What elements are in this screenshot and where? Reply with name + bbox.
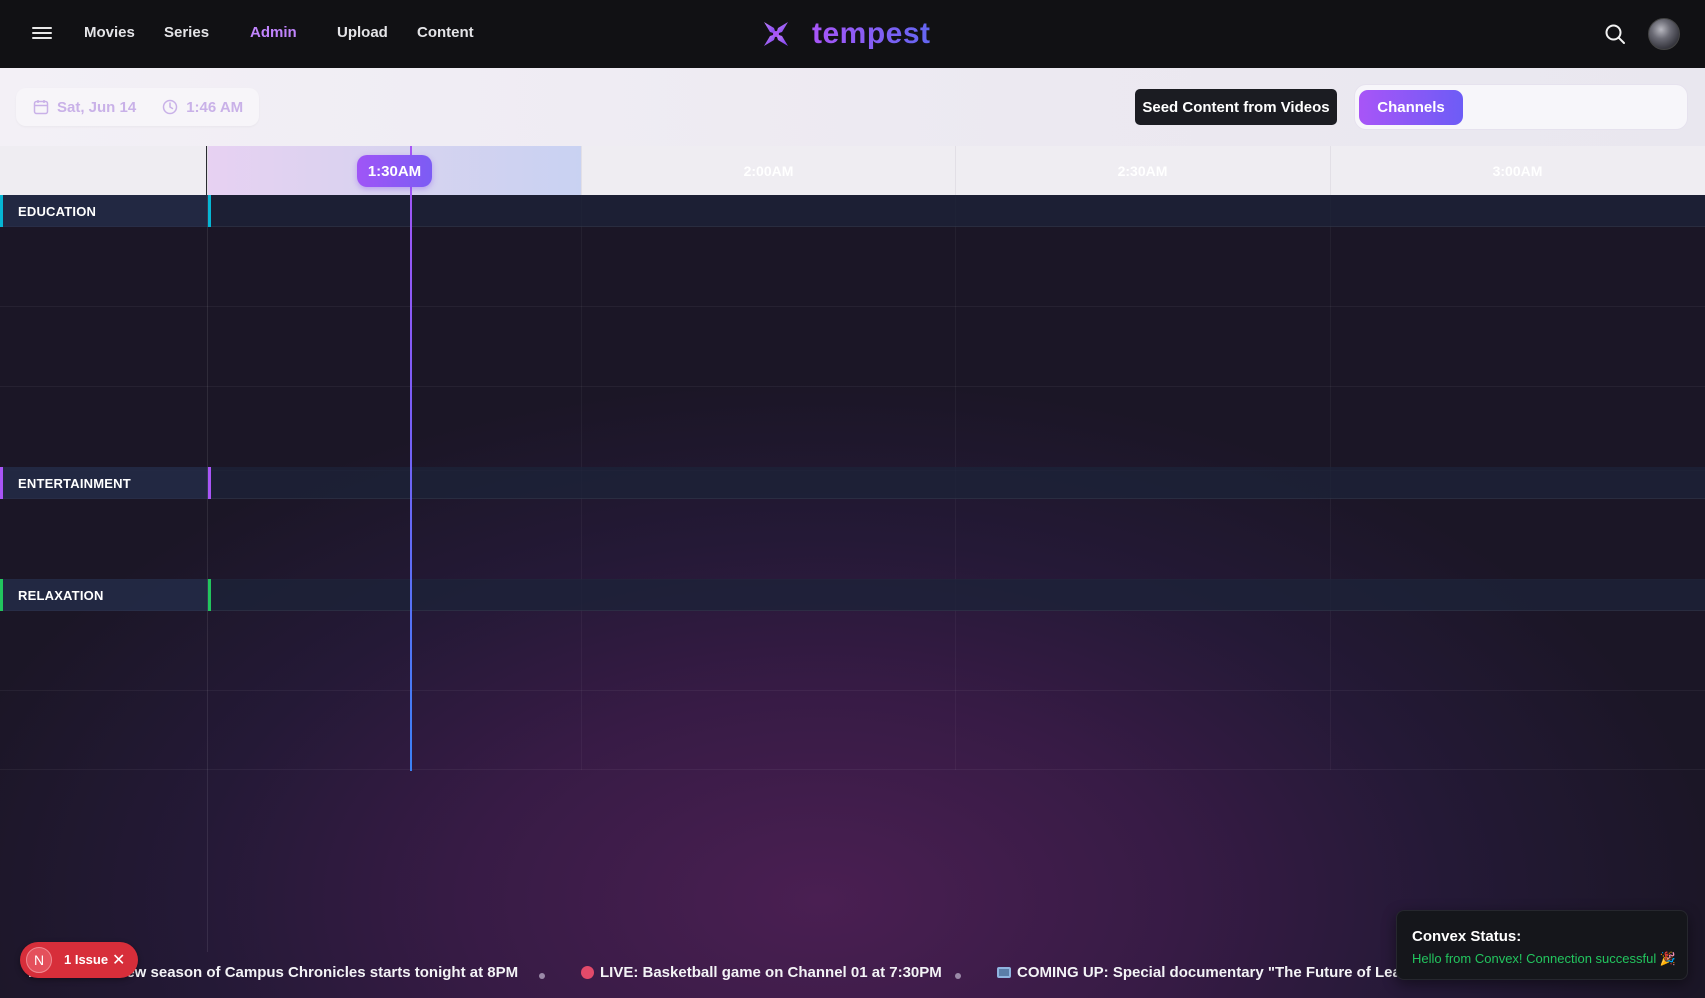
channels-view-button[interactable]: Channels xyxy=(1359,90,1463,125)
toast-title: Convex Status: xyxy=(1412,928,1522,945)
current-time-indicator xyxy=(410,146,412,771)
group-label: ENTERTAINMENT xyxy=(0,467,210,499)
channel-group-entertainment: ENTERTAINMENT xyxy=(0,467,1705,499)
selected-time: 1:46 AM xyxy=(186,98,244,116)
user-avatar[interactable] xyxy=(1648,18,1680,50)
group-accent xyxy=(0,579,3,611)
date-time-selector: Sat, Jun 14 1:46 AM xyxy=(16,88,259,126)
ticker-text: LIVE: Basketball game on Channel 01 at 7… xyxy=(600,964,942,981)
group-label: EDUCATION xyxy=(0,195,210,227)
selected-date: Sat, Jun 14 xyxy=(57,98,137,116)
group-accent xyxy=(208,467,211,499)
time-slot[interactable]: 2:30AM xyxy=(955,146,1329,195)
ticker-separator xyxy=(539,973,545,979)
time-slot[interactable]: 2:00AM xyxy=(581,146,955,195)
hamburger-menu-icon[interactable] xyxy=(32,24,52,44)
nav-link-upload[interactable]: Upload xyxy=(337,24,388,41)
live-dot-icon xyxy=(581,966,594,979)
group-accent xyxy=(0,467,3,499)
seed-content-button[interactable]: Seed Content from Videos xyxy=(1135,89,1337,125)
row-divider xyxy=(0,690,1705,691)
nextjs-logo-icon: N xyxy=(26,947,52,973)
issue-count: 1 Issue xyxy=(64,952,109,967)
clock-icon xyxy=(162,99,178,115)
view-mode-toggle: Channels xyxy=(1354,84,1688,130)
ticker-text: COMING UP: Special documentary "The Futu… xyxy=(1017,964,1446,981)
group-accent xyxy=(208,579,211,611)
convex-status-toast: Convex Status: Hello from Convex! Connec… xyxy=(1396,910,1688,980)
channel-group-relaxation: RELAXATION xyxy=(0,579,1705,611)
row-divider xyxy=(0,386,1705,387)
nav-link-series[interactable]: Series xyxy=(164,24,209,41)
close-icon[interactable]: ✕ xyxy=(112,950,128,969)
current-time-badge: 1:30AM xyxy=(357,155,432,187)
brand-name: tempest xyxy=(812,17,931,50)
group-label: RELAXATION xyxy=(0,579,210,611)
group-accent xyxy=(208,195,211,227)
channel-column-divider xyxy=(207,195,208,952)
nav-link-content[interactable]: Content xyxy=(417,24,474,41)
top-navigation-bar: Movies Series Admin Upload Content tempe… xyxy=(0,0,1705,68)
search-icon[interactable] xyxy=(1604,23,1626,45)
brand-logo[interactable]: tempest xyxy=(760,16,931,52)
date-picker[interactable]: Sat, Jun 14 xyxy=(33,99,136,116)
row-divider xyxy=(0,306,1705,307)
timeline-header: 2:00AM 2:30AM 3:00AM xyxy=(0,146,1705,195)
calendar-icon xyxy=(33,100,49,115)
channel-group-education: EDUCATION xyxy=(0,195,1705,227)
brand-logo-icon xyxy=(764,22,788,46)
ticker-item[interactable]: COMING UP: Special documentary "The Futu… xyxy=(997,964,1445,981)
tv-icon xyxy=(997,967,1011,978)
group-accent xyxy=(0,195,3,227)
time-picker[interactable]: 1:46 AM xyxy=(162,99,243,116)
nav-link-movies[interactable]: Movies xyxy=(84,24,135,41)
time-slot[interactable]: 3:00AM xyxy=(1330,146,1704,195)
ticker-separator xyxy=(955,973,961,979)
schedule-controls-bar: Sat, Jun 14 1:46 AM Seed Content from Vi… xyxy=(0,68,1705,146)
row-divider xyxy=(0,769,1705,770)
schedule-grid: EDUCATION ENTERTAINMENT RELAXATION xyxy=(0,195,1705,770)
timeline-corner xyxy=(0,146,207,195)
ticker-item[interactable]: LIVE: Basketball game on Channel 01 at 7… xyxy=(581,964,942,981)
toast-message: Hello from Convex! Connection successful… xyxy=(1412,951,1677,966)
nav-link-admin[interactable]: Admin xyxy=(250,24,297,41)
dev-issues-badge[interactable]: N 1 Issue ✕ xyxy=(20,942,138,978)
